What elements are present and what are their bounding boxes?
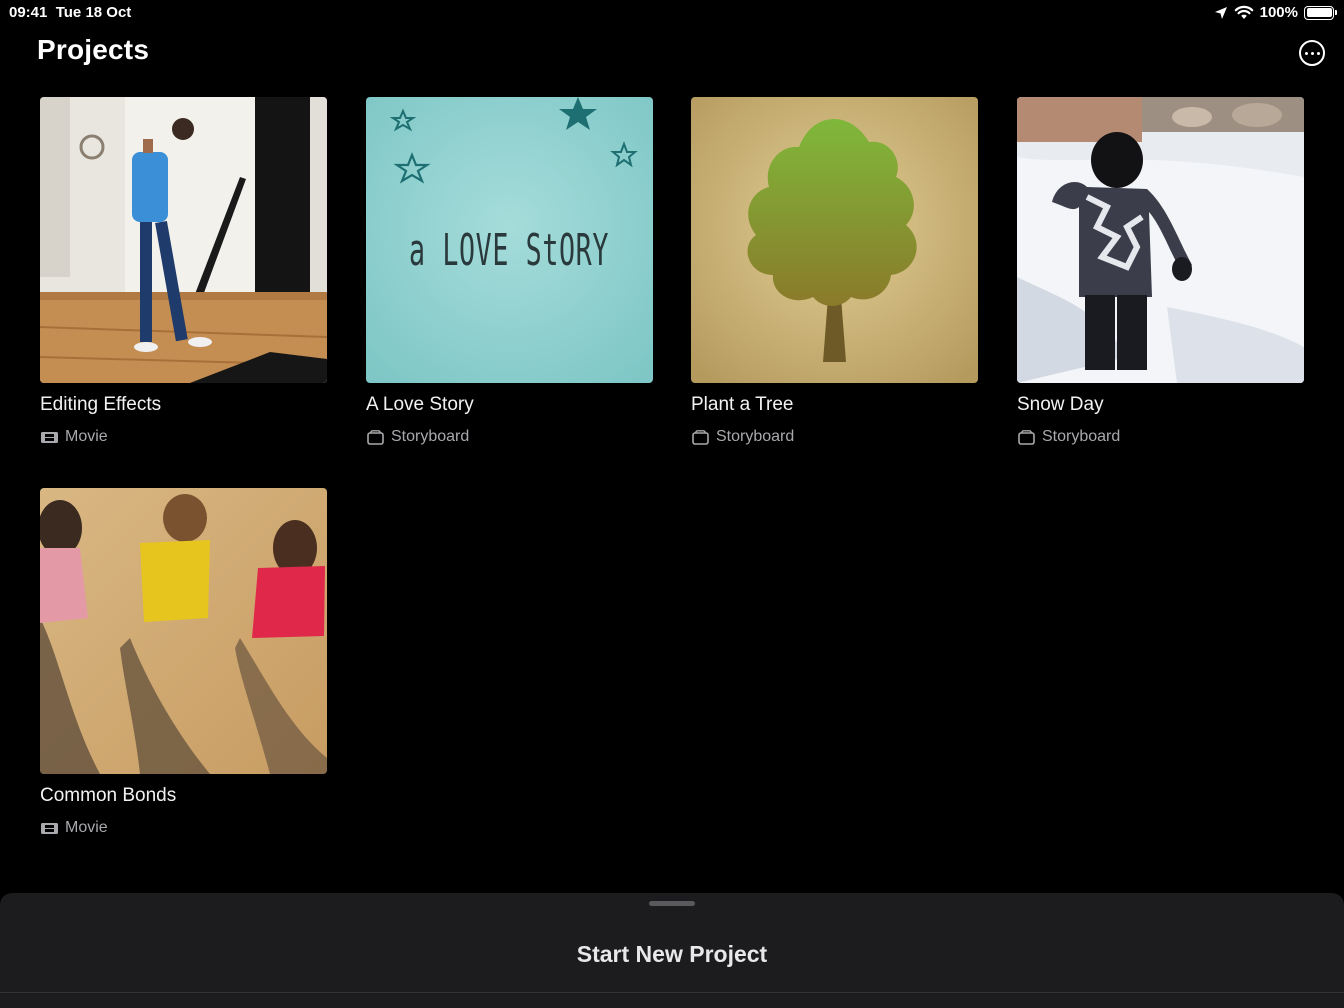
project-type: Movie	[40, 819, 108, 837]
status-time: 09:41 Tue 18 Oct	[9, 4, 131, 21]
love-story-thumb-text: a LOVE StORY	[409, 225, 609, 276]
project-thumbnail[interactable]	[40, 488, 327, 774]
project-type: Storyboard	[366, 428, 469, 446]
project-card-plant-a-tree[interactable]: Plant a Tree Storyboard	[691, 97, 978, 445]
status-bar: 09:41 Tue 18 Oct 100%	[0, 0, 1344, 26]
sheet-grabber[interactable]	[649, 901, 695, 906]
project-title: Editing Effects	[40, 394, 162, 415]
thumbnail-image	[40, 488, 327, 774]
thumbnail-image	[40, 97, 327, 383]
battery-icon	[1304, 5, 1337, 20]
storyboard-icon	[692, 429, 709, 445]
project-thumbnail[interactable]: a LOVE StORY	[366, 97, 653, 383]
project-card-snow-day[interactable]: Snow Day Storyboard	[1017, 97, 1304, 445]
sheet-divider	[0, 992, 1344, 993]
status-clock: 09:41	[9, 4, 48, 21]
more-dot	[1316, 51, 1320, 55]
project-card-editing-effects[interactable]: Editing Effects Movie	[40, 97, 327, 445]
more-dot	[1310, 51, 1314, 55]
project-type: Movie	[40, 428, 108, 446]
bottom-sheet: Start New Project	[0, 893, 1344, 1008]
project-type-label: Movie	[65, 428, 108, 445]
battery-percent: 100%	[1259, 4, 1298, 21]
project-thumbnail[interactable]	[40, 97, 327, 383]
project-title: A Love Story	[366, 394, 474, 415]
wifi-icon	[1234, 5, 1253, 19]
project-type: Storyboard	[1017, 428, 1120, 446]
project-type: Storyboard	[691, 428, 794, 446]
start-new-project-button[interactable]: Start New Project	[0, 941, 1344, 968]
battery-fill	[1306, 8, 1332, 17]
status-indicators: 100%	[1214, 4, 1337, 21]
project-type-label: Movie	[65, 819, 108, 836]
location-icon	[1214, 6, 1227, 19]
thumbnail-image	[1017, 97, 1304, 383]
thumbnail-image	[691, 97, 978, 383]
project-title: Plant a Tree	[691, 394, 794, 415]
project-card-common-bonds[interactable]: Common Bonds Movie	[40, 488, 327, 836]
storyboard-icon	[1018, 429, 1035, 445]
project-type-label: Storyboard	[391, 428, 470, 445]
project-title: Snow Day	[1017, 394, 1104, 415]
project-thumbnail[interactable]	[691, 97, 978, 383]
more-dot	[1304, 51, 1308, 55]
thumbnail-image: a LOVE StORY	[366, 97, 653, 383]
ellipsis-circle-icon[interactable]	[1299, 40, 1325, 66]
project-type-label: Storyboard	[1042, 428, 1121, 445]
film-icon	[41, 431, 58, 443]
project-card-a-love-story[interactable]: a LOVE StORY A Love Story Storyboard	[366, 97, 653, 445]
film-icon	[41, 822, 58, 834]
project-type-label: Storyboard	[716, 428, 795, 445]
storyboard-icon	[367, 429, 384, 445]
status-date: Tue 18 Oct	[55, 4, 132, 21]
project-title: Common Bonds	[40, 785, 177, 806]
project-thumbnail[interactable]	[1017, 97, 1304, 383]
page-title: Projects	[37, 34, 150, 65]
